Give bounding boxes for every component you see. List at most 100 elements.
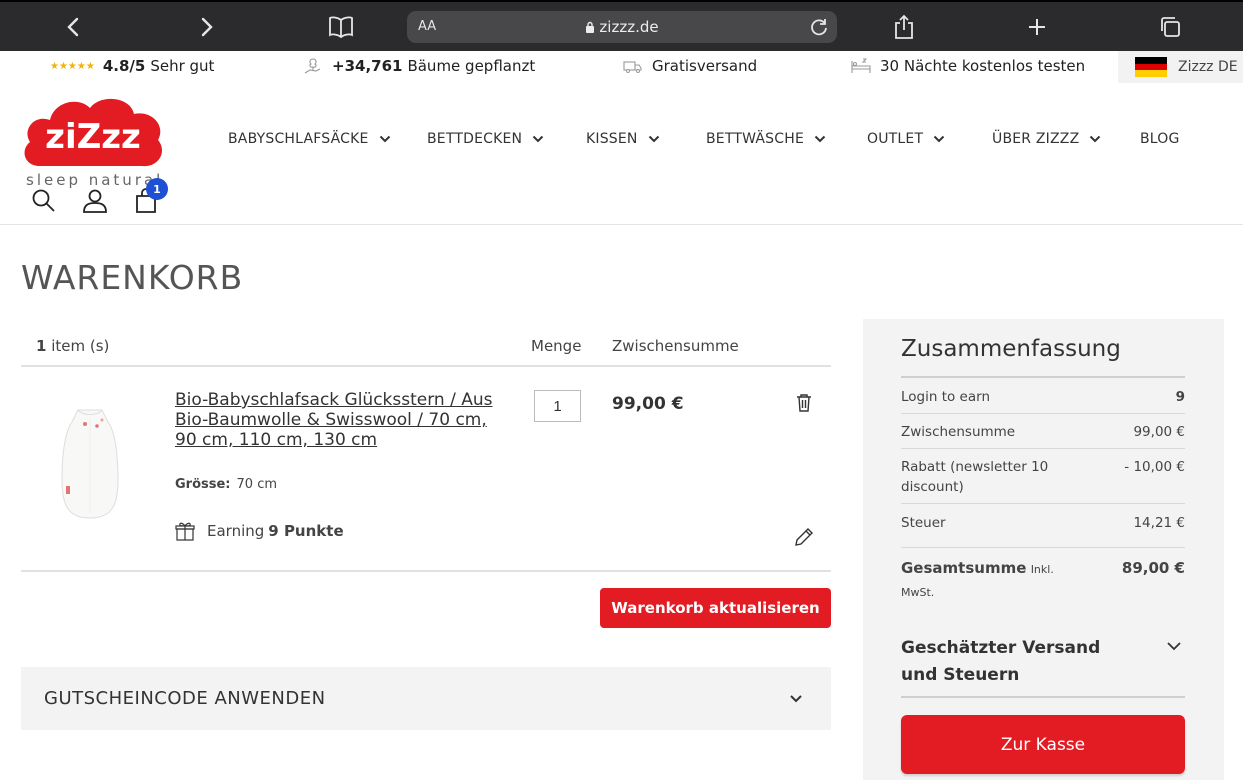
usp-bar: ★★★★★ 4.8/5 Sehr gut +34,761 Bäume gepfl… xyxy=(0,51,1243,83)
chevron-down-icon xyxy=(1090,135,1101,143)
chevron-down-icon xyxy=(790,695,802,703)
item-count-number: 1 xyxy=(36,337,47,355)
bed-icon xyxy=(851,58,871,73)
nav-item-blog[interactable]: BLOG xyxy=(1140,131,1180,147)
nav-label: BABYSCHLAFSÄCKE xyxy=(228,131,369,147)
rating-stars: ★★★★★ xyxy=(50,60,95,72)
nav-label: KISSEN xyxy=(586,131,638,147)
browser-toolbar: AA zizzz.de xyxy=(0,0,1243,51)
shipping-estimate-toggle[interactable]: Geschätzter Versand und Steuern xyxy=(901,635,1141,689)
logo-wordmark: ziZzz xyxy=(45,117,141,157)
gift-icon xyxy=(175,522,195,541)
summary-row-label: Zwischensumme xyxy=(901,424,1016,440)
size-label: Grösse: xyxy=(175,477,231,492)
new-tab-icon[interactable] xyxy=(1020,10,1054,44)
column-header-qty: Menge xyxy=(531,337,582,355)
update-cart-button[interactable]: Warenkorb aktualisieren xyxy=(600,588,831,628)
item-count: 1 item (s) xyxy=(36,337,109,355)
size-value: 70 cm xyxy=(236,477,278,492)
account-icon[interactable] xyxy=(82,188,108,214)
usp-shipping: Gratisversand xyxy=(623,57,757,75)
nav-label: BETTDECKEN xyxy=(427,131,523,147)
shipping-text: Gratisversand xyxy=(652,57,758,75)
summary-row-value: 99,00 € xyxy=(1133,424,1185,440)
url-text: zizzz.de xyxy=(407,18,837,36)
language-switcher[interactable]: Zizzz DE xyxy=(1118,51,1243,83)
column-header-subtotal: Zwischensumme xyxy=(612,337,739,355)
tree-hand-icon xyxy=(304,58,321,74)
product-size: Grösse: 70 cm xyxy=(175,477,277,492)
trash-icon[interactable] xyxy=(794,393,814,413)
share-icon[interactable] xyxy=(887,10,921,44)
summary-row-value: 9 xyxy=(1175,389,1185,405)
url-domain: zizzz.de xyxy=(599,18,659,36)
summary-divider xyxy=(901,696,1185,698)
back-icon[interactable] xyxy=(56,10,90,44)
nav-item-ueber-zizzz[interactable]: ÜBER ZIZZZ xyxy=(992,131,1101,147)
tabs-icon[interactable] xyxy=(1153,10,1187,44)
nav-item-babyschlafsaecke[interactable]: BABYSCHLAFSÄCKE xyxy=(228,131,391,147)
usp-trees: +34,761 Bäume gepflanzt xyxy=(303,57,535,75)
table-header-divider xyxy=(21,365,831,367)
chevron-down-icon xyxy=(648,135,659,143)
nav-label: BETTWÄSCHE xyxy=(706,131,804,147)
coupon-label: GUTSCHEINCODE ANWENDEN xyxy=(44,688,326,709)
chevron-down-icon xyxy=(379,135,390,143)
usp-trial: 30 Nächte kostenlos testen xyxy=(851,57,1085,75)
total-label-wrap: Gesamtsumme Inkl. MwSt. xyxy=(901,557,1061,604)
summary-divider xyxy=(901,547,1185,548)
summary-row-label: Rabatt (newsletter 10 discount) xyxy=(901,459,1049,495)
coupon-accordion[interactable]: GUTSCHEINCODE ANWENDEN xyxy=(21,667,831,730)
usp-rating: ★★★★★ 4.8/5 Sehr gut xyxy=(50,57,214,75)
summary-divider xyxy=(901,503,1185,504)
summary-divider xyxy=(901,376,1185,378)
chevron-down-icon xyxy=(934,135,945,143)
trees-text: Bäume gepflanzt xyxy=(407,57,536,75)
summary-divider xyxy=(901,448,1185,449)
item-row-divider xyxy=(21,570,831,572)
lock-icon xyxy=(586,21,595,33)
address-bar[interactable]: AA zizzz.de xyxy=(407,11,837,43)
summary-row-label: Steuer xyxy=(901,515,946,531)
page-title: WARENKORB xyxy=(21,258,244,297)
order-summary: Zusammenfassung Login to earn 9 Zwischen… xyxy=(863,319,1224,780)
earning-points: Earning 9 Punkte xyxy=(175,521,344,541)
chevron-down-icon xyxy=(533,135,544,143)
summary-row-label: Login to earn xyxy=(901,389,991,405)
search-icon[interactable] xyxy=(31,188,57,214)
product-image[interactable] xyxy=(50,400,130,525)
truck-icon xyxy=(623,61,642,73)
item-count-suffix: item (s) xyxy=(51,337,110,355)
nav-item-outlet[interactable]: OUTLET xyxy=(867,131,945,147)
chevron-down-icon xyxy=(814,135,826,143)
language-label: Zizzz DE xyxy=(1178,59,1238,75)
total-label: Gesamtsumme xyxy=(901,559,1027,577)
checkout-button[interactable]: Zur Kasse xyxy=(901,715,1185,774)
quantity-input[interactable] xyxy=(534,390,581,422)
summary-row-value: 14,21 € xyxy=(1133,515,1185,531)
logo-tagline: sleep natural xyxy=(26,171,164,189)
bookmarks-icon[interactable] xyxy=(324,10,358,44)
nav-item-bettdecken[interactable]: BETTDECKEN xyxy=(427,131,544,147)
summary-title: Zusammenfassung xyxy=(901,336,1121,362)
total-value: 89,00 € xyxy=(1121,559,1185,577)
chevron-down-icon[interactable] xyxy=(1166,641,1182,651)
summary-row-total: Gesamtsumme Inkl. MwSt. 89,00 € xyxy=(901,557,1185,599)
earning-prefix: Earning xyxy=(207,522,265,540)
summary-divider xyxy=(901,413,1185,414)
product-name-link[interactable]: Bio-Babyschlafsack Glücksstern / Aus Bio… xyxy=(175,390,505,450)
summary-row-value: - 10,00 € xyxy=(1124,459,1185,475)
germany-flag-icon xyxy=(1135,57,1167,78)
edit-pencil-icon[interactable] xyxy=(793,526,815,548)
nav-item-bettwaesche[interactable]: BETTWÄSCHE xyxy=(706,131,826,147)
earning-points-value: 9 Punkte xyxy=(268,522,344,540)
nav-label: OUTLET xyxy=(867,131,924,147)
cart-count-badge: 1 xyxy=(146,178,168,200)
nav-item-kissen[interactable]: KISSEN xyxy=(586,131,660,147)
trees-count: +34,761 xyxy=(332,57,403,75)
item-subtotal: 99,00 € xyxy=(612,394,684,414)
nav-label: BLOG xyxy=(1140,131,1180,147)
rating-text: Sehr gut xyxy=(150,57,215,75)
forward-icon[interactable] xyxy=(190,10,224,44)
reload-icon[interactable] xyxy=(809,17,829,37)
